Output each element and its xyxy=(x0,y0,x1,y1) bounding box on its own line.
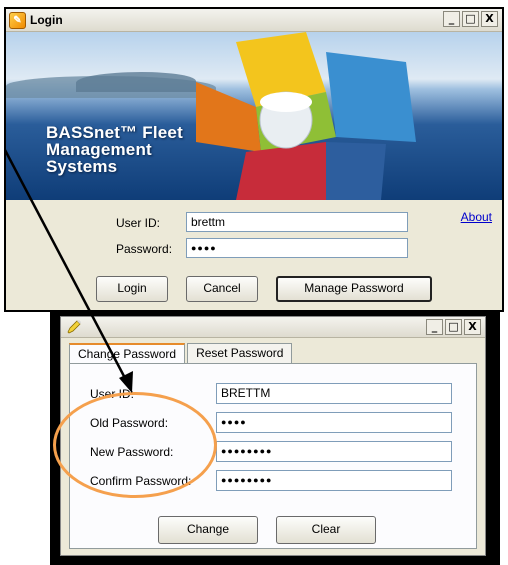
annotation-arrow xyxy=(3,149,133,393)
